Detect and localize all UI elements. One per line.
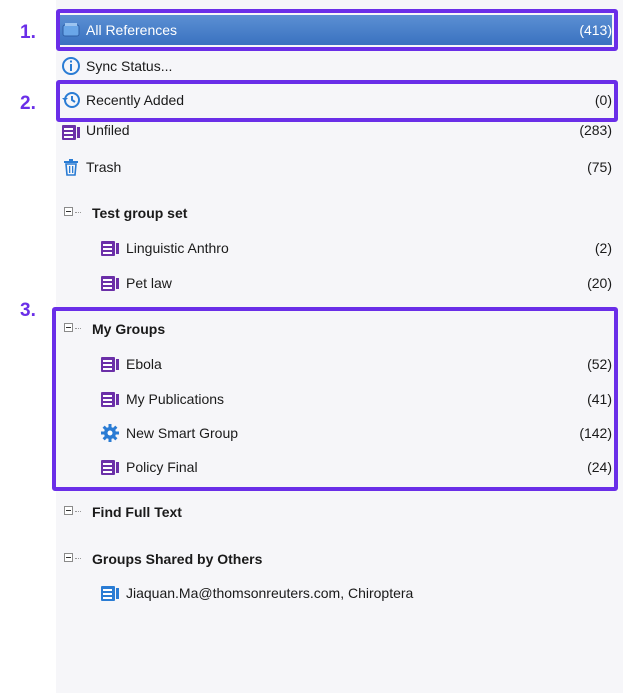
trash-icon xyxy=(61,157,81,177)
collapse-icon[interactable] xyxy=(64,553,73,562)
group-label: Linguistic Anthro xyxy=(126,240,229,256)
shared-group-chiroptera-row[interactable]: Jiaquan.Ma@thomsonreuters.com, Chiropter… xyxy=(56,578,612,608)
group-set-title: Groups Shared by Others xyxy=(92,551,263,567)
annotation-number-2: 2. xyxy=(20,93,36,114)
group-set-shared-by-others[interactable]: Groups Shared by Others xyxy=(56,544,612,574)
group-icon xyxy=(100,238,120,258)
group-count: (20) xyxy=(587,275,612,291)
trash-count: (75) xyxy=(587,159,612,175)
tree-connector xyxy=(75,558,81,559)
trash-label: Trash xyxy=(86,159,122,175)
group-set-title: Find Full Text xyxy=(92,504,182,520)
annotation-number-3: 3. xyxy=(20,300,36,321)
group-set-test-group-set[interactable]: Test group set xyxy=(56,198,612,228)
unfiled-label: Unfiled xyxy=(86,122,130,138)
tree-connector xyxy=(75,212,81,213)
group-icon xyxy=(100,273,120,293)
trash-row[interactable]: Trash (75) xyxy=(56,152,612,182)
unfiled-row[interactable]: Unfiled (283) xyxy=(56,120,612,144)
tree-connector xyxy=(75,511,81,512)
group-count: (2) xyxy=(594,240,612,256)
sync-status-label: Sync Status... xyxy=(86,58,173,74)
annotation-number-1: 1. xyxy=(20,22,36,43)
group-label: Jiaquan.Ma@thomsonreuters.com, Chiropter… xyxy=(126,585,414,601)
unfiled-count: (283) xyxy=(579,122,612,138)
group-set-find-full-text[interactable]: Find Full Text xyxy=(56,497,612,527)
shared-group-icon xyxy=(100,583,120,603)
group-label: Pet law xyxy=(126,275,172,291)
group-icon xyxy=(61,122,81,142)
collapse-icon[interactable] xyxy=(64,207,73,216)
info-icon xyxy=(61,56,81,76)
sync-status-row[interactable]: Sync Status... xyxy=(56,53,612,79)
group-linguistic-anthro-row[interactable]: Linguistic Anthro (2) xyxy=(56,233,612,263)
group-set-title: Test group set xyxy=(92,205,188,221)
collapse-icon[interactable] xyxy=(64,506,73,515)
highlight-frame-1 xyxy=(56,9,618,51)
highlight-frame-3 xyxy=(52,307,618,491)
group-pet-law-row[interactable]: Pet law (20) xyxy=(56,268,612,298)
highlight-frame-2 xyxy=(56,80,618,122)
